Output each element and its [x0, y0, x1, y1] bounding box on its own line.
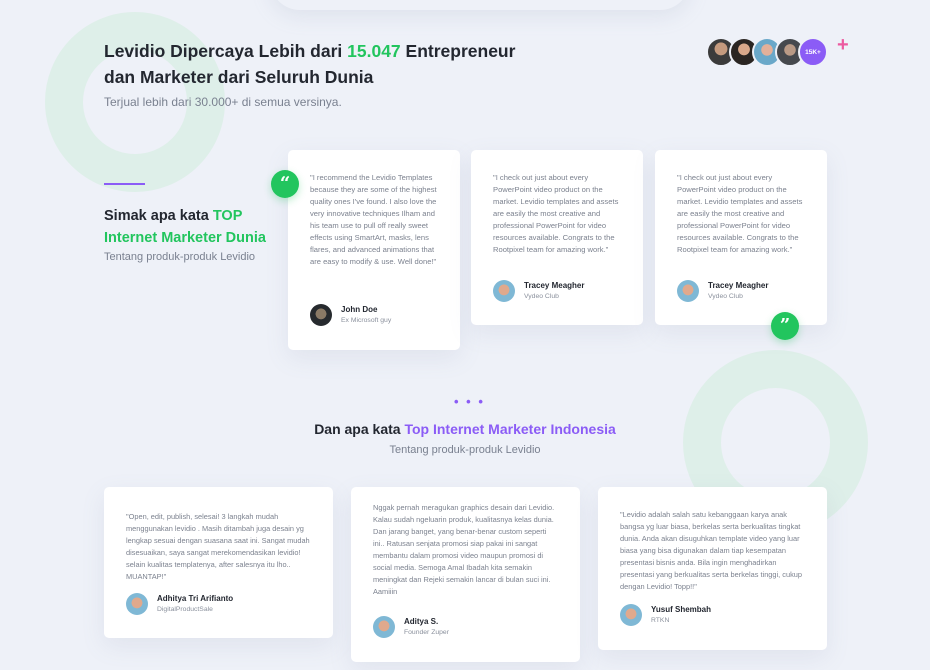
testimonial-card: "I recommend the Levidio Templates becau…	[288, 150, 460, 350]
author-role: Vydeo Club	[524, 293, 559, 300]
hero-title: Levidio Dipercaya Lebih dari 15.047 Entr…	[104, 38, 544, 90]
top-panel-edge	[270, 0, 690, 10]
section-subtitle: Tentang produk-produk Levidio	[104, 251, 256, 263]
section-accent-line	[104, 183, 145, 185]
testimonial-author: Tracey Meagher Vydeo Club	[493, 280, 584, 302]
testimonial-card: "Open, edit, publish, selesai! 3 langkah…	[104, 487, 333, 638]
avatar	[493, 280, 515, 302]
testimonial-quote: "I check out just about every PowerPoint…	[493, 173, 619, 254]
author-role: RTKN	[651, 617, 670, 624]
testimonial-card: "I check out just about every PowerPoint…	[471, 150, 643, 325]
section-dots: • • •	[454, 394, 485, 409]
author-role: Ex Microsoft guy	[341, 317, 392, 324]
testimonial-author: Aditya S. Founder Zuper	[373, 616, 449, 638]
testimonial-card: Nggak pernah meragukan graphics desain d…	[351, 487, 580, 662]
testimonial-author: Adhitya Tri Arifianto DigitalProductSale	[126, 593, 233, 615]
hero-title-count: 15.047	[347, 41, 401, 61]
testimonial-card: "I check out just about every PowerPoint…	[655, 150, 827, 325]
author-name: Yusuf Shembah	[651, 605, 712, 614]
customer-avatar-group: 15K+	[706, 37, 828, 67]
section-title: Simak apa kata TOP Internet Marketer Dun…	[104, 205, 274, 249]
testimonial-author: John Doe Ex Microsoft guy	[310, 304, 391, 326]
section-title-pre: Simak apa kata	[104, 208, 213, 224]
avatar	[310, 304, 332, 326]
avatar	[373, 616, 395, 638]
avatar	[126, 593, 148, 615]
plus-icon: +	[837, 34, 849, 56]
hero-subtitle: Terjual lebih dari 30.000+ di semua vers…	[104, 95, 342, 109]
author-name: Tracey Meagher	[524, 281, 585, 290]
testimonial-quote: "Levidio adalah salah satu kebanggaan ka…	[620, 510, 802, 591]
author-role: Founder Zuper	[404, 629, 449, 636]
section2-subtitle: Tentang produk-produk Levidio	[389, 444, 541, 456]
testimonial-quote: "Open, edit, publish, selesai! 3 langkah…	[126, 512, 310, 581]
quote-close-icon: ”	[771, 312, 799, 340]
quote-open-icon: “	[271, 170, 299, 198]
testimonial-quote: Nggak pernah meragukan graphics desain d…	[373, 503, 555, 596]
testimonial-card: "Levidio adalah salah satu kebanggaan ka…	[598, 487, 827, 650]
section2-title-pre: Dan apa kata	[314, 421, 405, 437]
section2-title-highlight: Top Internet Marketer Indonesia	[404, 421, 616, 437]
avatar	[677, 280, 699, 302]
avatar-count-badge: 15K+	[798, 37, 828, 67]
avatar	[620, 604, 642, 626]
author-name: Adhitya Tri Arifianto	[157, 594, 234, 603]
testimonial-author: Tracey Meagher Vydeo Club	[677, 280, 768, 302]
author-role: Vydeo Club	[708, 293, 743, 300]
testimonial-author: Yusuf Shembah RTKN	[620, 604, 711, 626]
section2-title: Dan apa kata Top Internet Marketer Indon…	[0, 421, 930, 437]
author-name: John Doe	[341, 305, 378, 314]
author-role: DigitalProductSale	[157, 606, 213, 613]
testimonial-quote: "I check out just about every PowerPoint…	[677, 173, 803, 254]
hero-title-pre: Levidio Dipercaya Lebih dari	[104, 41, 348, 61]
author-name: Tracey Meagher	[708, 281, 769, 290]
author-name: Aditya S.	[404, 617, 439, 626]
testimonial-quote: "I recommend the Levidio Templates becau…	[310, 173, 437, 266]
